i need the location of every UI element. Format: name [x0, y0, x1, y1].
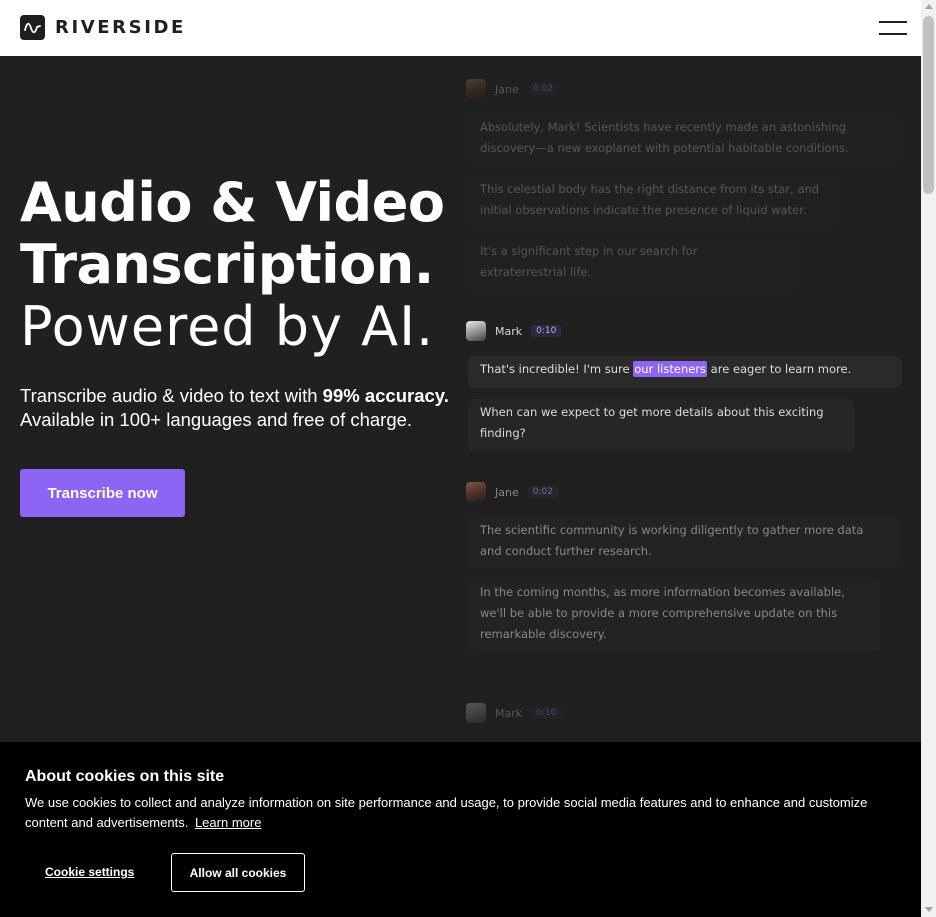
- speaker-name: Mark: [495, 706, 523, 720]
- speaker-name: Jane: [495, 82, 519, 96]
- message-bubble: When can we expect to get more details a…: [468, 399, 854, 452]
- waveform-icon: [20, 15, 45, 40]
- riverside-logo[interactable]: RIVERSIDE: [20, 15, 186, 40]
- timestamp: 0:02: [527, 486, 558, 498]
- speaker-name: Mark: [495, 324, 523, 338]
- speaker-name: Jane: [495, 485, 519, 499]
- cookie-banner-title: About cookies on this site: [25, 768, 225, 785]
- cookie-settings-button[interactable]: Cookie settings: [45, 865, 134, 879]
- speaker-header: Jane 0:02: [466, 481, 558, 503]
- hero-subtitle-part1: Transcribe audio & video to text with: [20, 385, 323, 406]
- hero-subtitle-accuracy: 99% accuracy.: [322, 385, 449, 406]
- message-bubble: This celestial body has the right distan…: [468, 176, 838, 227]
- mark-avatar: [466, 703, 486, 723]
- cookie-description: We use cookies to collect and analyze in…: [25, 795, 868, 830]
- timestamp: 0:02: [527, 83, 558, 95]
- speaker-header: Jane 0:02: [466, 78, 558, 100]
- timestamp: 0:10: [531, 325, 562, 337]
- message-bubble: The scientific community is working dili…: [468, 517, 898, 568]
- site-header: RIVERSIDE: [0, 0, 921, 56]
- hero-title: Audio & Video Transcription. Powered by …: [20, 171, 445, 358]
- message-bubble: Absolutely, Mark! Scientists have recent…: [468, 114, 898, 165]
- hero-title-line-1: Audio & Video: [20, 171, 445, 234]
- learn-more-link[interactable]: Learn more: [195, 815, 261, 830]
- highlighted-words[interactable]: our listeners: [633, 361, 708, 377]
- cookie-banner-text: We use cookies to collect and analyze in…: [25, 793, 895, 833]
- mark-avatar: [466, 321, 486, 341]
- message-text: are eager to learn more.: [707, 362, 852, 376]
- message-bubble: That's incredible! I'm sure our listener…: [468, 356, 902, 388]
- brand-name: RIVERSIDE: [55, 17, 186, 38]
- hero-title-line-3: Powered by AI.: [20, 295, 435, 358]
- transcribe-now-button[interactable]: Transcribe now: [20, 469, 185, 517]
- scroll-up-arrow-icon[interactable]: [925, 4, 933, 9]
- scrollbar-thumb[interactable]: [923, 16, 934, 194]
- message-text: That's incredible! I'm sure: [480, 362, 634, 376]
- hero-subtitle-part2: Available in 100+ languages and free of …: [20, 409, 413, 430]
- jane-avatar: [466, 482, 486, 502]
- hero-title-line-2: Transcription.: [20, 233, 434, 296]
- cookie-banner: About cookies on this site We use cookie…: [0, 742, 921, 917]
- timestamp: 0:10: [531, 707, 562, 719]
- jane-avatar: [466, 79, 486, 99]
- hero-subtitle: Transcribe audio & video to text with 99…: [20, 384, 480, 432]
- speaker-header: Mark 0:10: [466, 320, 562, 342]
- hamburger-menu-icon[interactable]: [879, 19, 907, 37]
- transcript-preview: Jane 0:02 Absolutely, Mark! Scientists h…: [466, 76, 906, 756]
- message-bubble: It's a significant step in our search fo…: [468, 239, 798, 290]
- speaker-header: Mark 0:10: [466, 702, 562, 724]
- message-bubble: In the coming months, as more informatio…: [468, 579, 880, 651]
- allow-all-cookies-button[interactable]: Allow all cookies: [171, 853, 305, 892]
- page-scrollbar[interactable]: [921, 0, 936, 917]
- scroll-down-arrow-icon[interactable]: [925, 907, 933, 912]
